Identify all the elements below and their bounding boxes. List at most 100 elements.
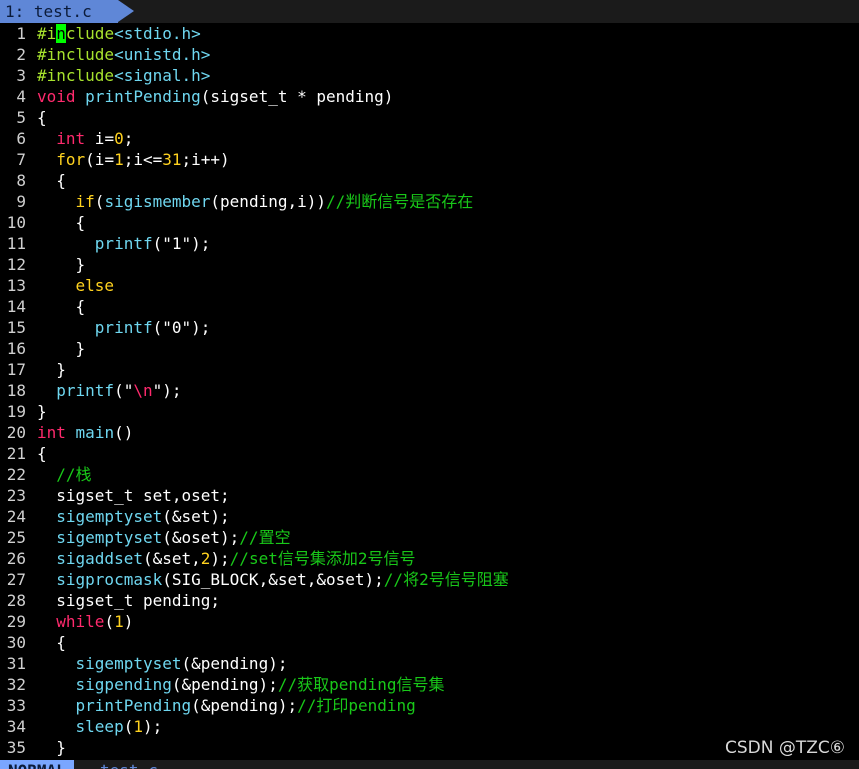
code-line[interactable]: 3 #include<signal.h> [0,65,859,86]
line-number: 32 [6,675,26,694]
code-text: sleep(1); [75,717,163,736]
line-number: 25 [6,528,26,547]
code-line[interactable]: 16 } [0,338,859,359]
line-number: 20 [6,423,26,442]
code-text: sigaddset(&set,2);//set信号集添加2号信号 [56,549,416,568]
code-text: printf("\n"); [56,381,182,400]
code-text: printPending(&pending);//打印pending [75,696,416,715]
code-line[interactable]: 13 else [0,275,859,296]
line-number: 3 [16,66,26,85]
tab-arrow-icon [118,0,134,22]
line-number: 5 [16,108,26,127]
code-line[interactable]: 28 sigset_t pending; [0,590,859,611]
code-text: for(i=1;i<=31;i++) [56,150,230,169]
code-text: sigemptyset(&pending); [75,654,288,673]
line-number: 16 [6,339,26,358]
line-number: 13 [6,276,26,295]
code-line[interactable]: 7 for(i=1;i<=31;i++) [0,149,859,170]
code-line[interactable]: 32 sigpending(&pending);//获取pending信号集 [0,674,859,695]
code-text: #include<stdio.h> [37,24,201,43]
line-number: 7 [16,150,26,169]
code-line[interactable]: 4 void printPending(sigset_t * pending) [0,86,859,107]
code-text: #include<unistd.h> [37,45,211,64]
code-text: sigset_t set,oset; [37,486,230,505]
code-text: sigprocmask(SIG_BLOCK,&set,&oset);//将2号信… [56,570,509,589]
line-number: 30 [6,633,26,652]
line-number: 29 [6,612,26,631]
code-text: sigpending(&pending);//获取pending信号集 [75,675,445,694]
code-editor[interactable]: 1 #include<stdio.h> 2 #include<unistd.h> 3 #i… [0,23,859,758]
line-number: 26 [6,549,26,568]
code-text: sigset_t pending; [37,591,221,610]
code-text: } [37,738,66,757]
code-line[interactable]: 2 #include<unistd.h> [0,44,859,65]
code-text: int i=0; [56,129,134,148]
line-number: 18 [6,381,26,400]
line-number: 9 [16,192,26,211]
line-number: 31 [6,654,26,673]
code-line[interactable]: 26 sigaddset(&set,2);//set信号集添加2号信号 [0,548,859,569]
mode-indicator: NORMAL [0,760,74,769]
line-number: 14 [6,297,26,316]
code-line[interactable]: 11 printf("1"); [0,233,859,254]
code-line[interactable]: 10 { [0,212,859,233]
code-line[interactable]: 21 { [0,443,859,464]
line-number: 10 [6,213,26,232]
code-line[interactable]: 22 //栈 [0,464,859,485]
code-line[interactable]: 29 while(1) [0,611,859,632]
code-text: { [37,171,66,190]
code-text: while(1) [56,612,134,631]
line-number: 33 [6,696,26,715]
line-number: 34 [6,717,26,736]
code-text: sigemptyset(&set); [56,507,230,526]
code-line[interactable]: 18 printf("\n"); [0,380,859,401]
code-text: printf("1"); [94,234,211,253]
code-line[interactable]: 33 printPending(&pending);//打印pending [0,695,859,716]
code-line[interactable]: 6 int i=0; [0,128,859,149]
line-number: 8 [16,171,26,190]
line-number: 28 [6,591,26,610]
code-line[interactable]: 19} [0,401,859,422]
code-text: { [37,297,86,316]
code-text: printf("0"); [94,318,211,337]
code-line[interactable]: 34 sleep(1); [0,716,859,737]
code-line[interactable]: 12 } [0,254,859,275]
code-line[interactable]: 17 } [0,359,859,380]
code-text: void printPending(sigset_t * pending) [37,87,394,106]
code-line[interactable]: 25 sigemptyset(&oset);//置空 [0,527,859,548]
code-line[interactable]: 15 printf("0"); [0,317,859,338]
code-line[interactable]: 1 #include<stdio.h> [0,23,859,44]
line-number: 19 [6,402,26,421]
code-text: } [37,255,86,274]
code-line[interactable]: 20 int main() [0,422,859,443]
code-line[interactable]: 14 { [0,296,859,317]
code-line[interactable]: 8 { [0,170,859,191]
line-number: 15 [6,318,26,337]
line-number: 4 [16,87,26,106]
code-text: #include<signal.h> [37,66,211,85]
code-text: { [37,444,47,463]
code-line[interactable]: 30 { [0,632,859,653]
line-number: 1 [16,24,26,43]
code-line[interactable]: 5{ [0,107,859,128]
code-line[interactable]: 24 sigemptyset(&set); [0,506,859,527]
code-line[interactable]: 31 sigemptyset(&pending); [0,653,859,674]
line-number: 22 [6,465,26,484]
line-number: 21 [6,444,26,463]
line-number: 35 [6,738,26,757]
code-text: sigemptyset(&oset);//置空 [56,528,291,547]
line-number: 23 [6,486,26,505]
code-text: if(sigismember(pending,i))//判断信号是否存在 [75,192,474,211]
watermark: CSDN @TZC⑥ [724,738,845,758]
code-line[interactable]: 23 sigset_t set,oset; [0,485,859,506]
code-text: } [37,339,86,358]
line-number: 27 [6,570,26,589]
tab-test-c[interactable]: 1: test.c [0,0,118,23]
line-number: 11 [6,234,26,253]
line-number: 2 [16,45,26,64]
code-line[interactable]: 27 sigprocmask(SIG_BLOCK,&set,&oset);//将… [0,569,859,590]
line-number: 17 [6,360,26,379]
status-line: NORMAL test.c [0,760,859,769]
code-line[interactable]: 9 if(sigismember(pending,i))//判断信号是否存在 [0,191,859,212]
code-text: //栈 [56,465,92,484]
